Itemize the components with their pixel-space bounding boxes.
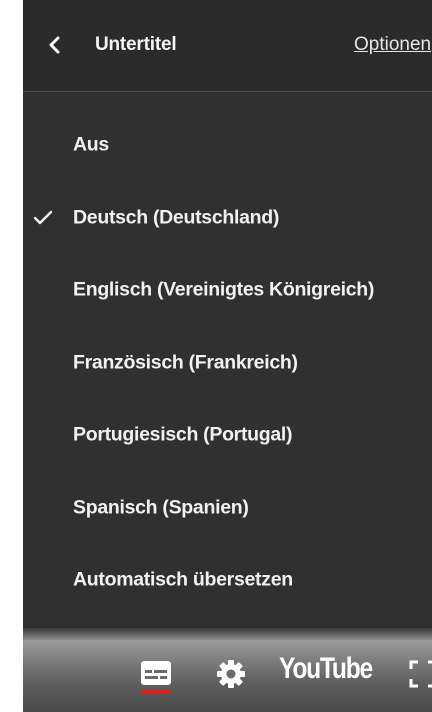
subtitle-option-label: Aus (73, 133, 109, 156)
subtitle-option-label: Automatisch übersetzen (73, 568, 293, 591)
subtitle-option-portuguese[interactable]: Portugiesisch (Portugal) (23, 399, 432, 472)
video-player-frame: Untertitel Optionen Aus Deutsch (Deutsch… (23, 0, 432, 712)
subtitle-option-label: Englisch (Vereinigtes Königreich) (73, 278, 375, 301)
video-area-strip (23, 628, 432, 640)
player-control-bar: YouTube (23, 640, 432, 712)
fullscreen-icon (409, 660, 432, 688)
gear-icon (217, 660, 245, 688)
subtitle-menu-header: Untertitel Optionen (23, 0, 432, 92)
subtitle-option-french[interactable]: Französisch (Frankreich) (23, 327, 432, 400)
subtitle-option-label: Spanisch (Spanien) (73, 496, 249, 519)
subtitle-option-label: Französisch (Frankreich) (73, 351, 298, 374)
subtitle-option-spanish[interactable]: Spanisch (Spanien) (23, 472, 432, 545)
subtitles-active-indicator (141, 690, 171, 694)
subtitle-option-german[interactable]: Deutsch (Deutschland) (23, 182, 432, 255)
subtitles-icon (141, 661, 171, 685)
subtitle-option-auto-translate[interactable]: Automatisch übersetzen (23, 544, 432, 617)
youtube-logo[interactable]: YouTube (279, 652, 373, 686)
options-link[interactable]: Optionen (354, 34, 431, 56)
subtitle-language-list: Aus Deutsch (Deutschland) Englisch (Vere… (23, 92, 432, 617)
subtitles-button[interactable] (137, 654, 175, 698)
back-button[interactable] (39, 30, 69, 60)
menu-title: Untertitel (95, 34, 177, 55)
fullscreen-button[interactable] (407, 658, 432, 690)
settings-button[interactable] (215, 658, 247, 690)
subtitle-option-english-uk[interactable]: Englisch (Vereinigtes Königreich) (23, 254, 432, 327)
subtitle-option-label: Deutsch (Deutschland) (73, 206, 280, 229)
chevron-left-icon (49, 36, 60, 54)
checkmark-icon (33, 210, 53, 224)
subtitle-option-off[interactable]: Aus (23, 109, 432, 182)
subtitle-option-label: Portugiesisch (Portugal) (73, 423, 293, 446)
